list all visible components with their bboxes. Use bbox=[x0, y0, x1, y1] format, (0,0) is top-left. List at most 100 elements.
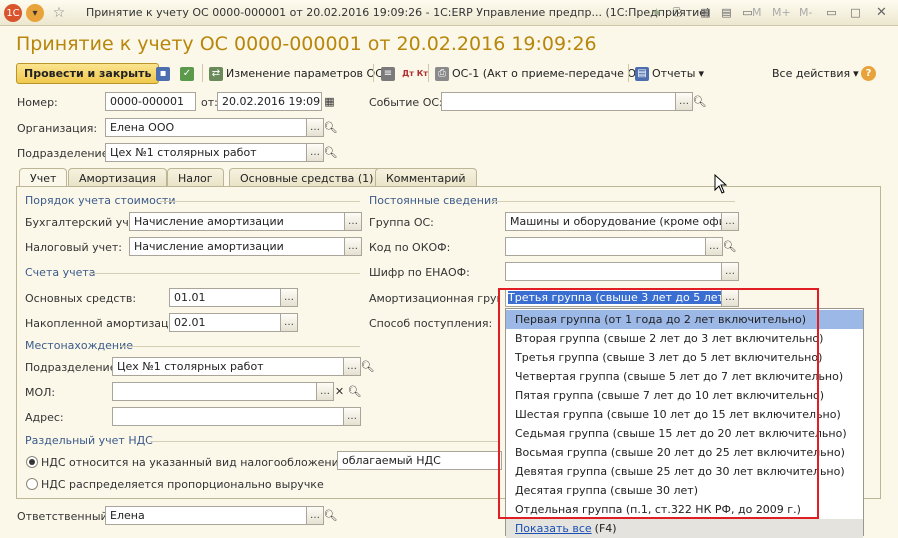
department-field[interactable]: Цех №1 столярных работ bbox=[105, 143, 307, 162]
app-menu-icon[interactable]: 1С bbox=[4, 4, 22, 22]
reports-icon: ▤ bbox=[635, 66, 649, 81]
dropdown-arrow-icon[interactable]: ▾ bbox=[26, 4, 44, 22]
enaof-label: Шифр по ЕНАОФ: bbox=[369, 266, 470, 279]
minimize-icon[interactable]: ▭ bbox=[824, 5, 839, 20]
post-and-close-button[interactable]: Провести и закрыть bbox=[16, 63, 160, 84]
clear-icon[interactable]: ✕ bbox=[332, 382, 347, 401]
close-icon[interactable]: ✕ bbox=[874, 5, 889, 20]
tab-uchet[interactable]: Учет bbox=[19, 168, 68, 188]
organization-field[interactable]: Елена ООО bbox=[105, 118, 307, 137]
change-params-button[interactable]: ⇄ Изменение параметров ОС bbox=[209, 65, 383, 82]
os-group-field[interactable]: Машины и оборудование (кроме офисног bbox=[505, 212, 722, 231]
os1-print-label: ОС-1 (Акт о приеме-передаче ОС) bbox=[452, 67, 648, 80]
responsible-field[interactable]: Елена bbox=[105, 506, 307, 525]
fixed-assets-account-field[interactable]: 01.01 bbox=[169, 288, 281, 307]
okof-select-button[interactable]: … bbox=[705, 237, 723, 256]
vat-radio-proportional[interactable] bbox=[26, 478, 38, 490]
journal-button[interactable]: ≡ bbox=[381, 65, 395, 82]
fixed-assets-account-select-button[interactable]: … bbox=[280, 288, 298, 307]
page-title: Принятие к учету ОС 0000-000001 от 20.02… bbox=[16, 33, 597, 55]
search-icon[interactable]: 🔍︎ bbox=[692, 92, 707, 111]
tax-accounting-select-button[interactable]: … bbox=[344, 237, 362, 256]
section-divider bbox=[90, 273, 360, 274]
all-actions-button[interactable]: Все действия ▾ bbox=[772, 65, 859, 82]
mol-field[interactable] bbox=[112, 382, 317, 401]
os-group-select-button[interactable]: … bbox=[721, 212, 739, 231]
dropdown-option[interactable]: Пятая группа (свыше 7 лет до 10 лет вклю… bbox=[506, 386, 863, 405]
dropdown-option[interactable]: Вторая группа (свыше 2 лет до 3 лет вклю… bbox=[506, 329, 863, 348]
dropdown-option[interactable]: Четвертая группа (свыше 5 лет до 7 лет в… bbox=[506, 367, 863, 386]
reports-button[interactable]: ▤ Отчеты ▾ bbox=[635, 65, 704, 82]
location-department-select-button[interactable]: … bbox=[343, 357, 361, 376]
cost-section-title: Порядок учета стоимости bbox=[25, 194, 176, 207]
search-icon[interactable]: 🔍︎ bbox=[323, 506, 338, 525]
dtkt-icon: Дт Кт bbox=[402, 69, 428, 78]
all-actions-label: Все действия bbox=[772, 67, 851, 80]
responsible-select-button[interactable]: … bbox=[306, 506, 324, 525]
amortization-group-label: Амортизационная группа: bbox=[369, 292, 499, 305]
memory-m-minus[interactable]: M- bbox=[799, 6, 812, 19]
post-button[interactable]: ✓ bbox=[180, 65, 194, 82]
window-title: Принятие к учету ОС 0000-000001 от 20.02… bbox=[86, 6, 711, 19]
section-divider bbox=[490, 201, 735, 202]
amortization-group-select-button[interactable]: … bbox=[721, 288, 739, 307]
search-icon[interactable]: 🔍︎ bbox=[722, 237, 737, 256]
event-field[interactable] bbox=[441, 92, 676, 111]
search-icon[interactable]: 🔍︎ bbox=[347, 382, 362, 401]
okof-field[interactable] bbox=[505, 237, 706, 256]
dropdown-option[interactable]: Седьмая группа (свыше 15 лет до 20 лет в… bbox=[506, 424, 863, 443]
dropdown-option[interactable]: Третья группа (свыше 3 лет до 5 лет вклю… bbox=[506, 348, 863, 367]
chevron-down-icon: ▾ bbox=[853, 67, 859, 80]
address-select-button[interactable]: … bbox=[343, 407, 361, 426]
tab-comment[interactable]: Комментарий bbox=[375, 168, 477, 187]
link-icon[interactable]: ⎘ bbox=[670, 5, 685, 20]
accounting-field[interactable]: Начисление амортизации bbox=[129, 212, 345, 231]
dropdown-option[interactable]: Восьмая группа (свыше 20 лет до 25 лет в… bbox=[506, 443, 863, 462]
tax-accounting-field[interactable]: Начисление амортизации bbox=[129, 237, 345, 256]
calendar-icon[interactable]: ▤ bbox=[719, 5, 734, 20]
show-all-row: Показать все (F4) bbox=[506, 519, 863, 538]
address-label: Адрес: bbox=[25, 411, 64, 424]
dtkt-button[interactable]: Дт Кт bbox=[402, 65, 428, 82]
organization-select-button[interactable]: … bbox=[306, 118, 324, 137]
calendar-picker-icon[interactable]: ▦ bbox=[322, 92, 337, 111]
search-icon[interactable]: 🔍︎ bbox=[323, 143, 338, 162]
dropdown-option[interactable]: Отдельная группа (п.1, ст.322 НК РФ, до … bbox=[506, 500, 863, 519]
help-button[interactable]: ? bbox=[861, 65, 876, 82]
event-select-button[interactable]: … bbox=[675, 92, 693, 111]
tab-tax[interactable]: Налог bbox=[167, 168, 224, 187]
memory-m[interactable]: M bbox=[752, 6, 762, 19]
amortization-group-field[interactable]: Третья группа (свыше 3 лет до 5 лет вклю… bbox=[505, 288, 722, 307]
memory-m-plus[interactable]: M+ bbox=[772, 6, 791, 19]
address-field[interactable] bbox=[112, 407, 344, 426]
dropdown-option[interactable]: Первая группа (от 1 года до 2 лет включи… bbox=[506, 310, 863, 329]
accounting-select-button[interactable]: … bbox=[344, 212, 362, 231]
enaof-select-button[interactable]: … bbox=[721, 262, 739, 281]
search-icon[interactable]: 🔍︎ bbox=[360, 357, 375, 376]
dropdown-option[interactable]: Девятая группа (свыше 25 лет до 30 лет в… bbox=[506, 462, 863, 481]
tab-fixed-assets[interactable]: Основные средства (1) bbox=[229, 168, 385, 187]
enaof-field[interactable] bbox=[505, 262, 722, 281]
tab-amortization[interactable]: Амортизация bbox=[68, 168, 167, 187]
window-title-bar: 1С ▾ ☆ Принятие к учету ОС 0000-000001 о… bbox=[0, 0, 898, 26]
os1-print-button[interactable]: ⎙ ОС-1 (Акт о приеме-передаче ОС) bbox=[435, 65, 648, 82]
depreciation-account-select-button[interactable]: … bbox=[280, 313, 298, 332]
dropdown-option[interactable]: Шестая группа (свыше 10 лет до 15 лет вк… bbox=[506, 405, 863, 424]
vat-radio-specified[interactable] bbox=[26, 456, 38, 468]
vat-type-field[interactable]: облагаемый НДС bbox=[337, 451, 502, 470]
star-icon[interactable]: ☆ bbox=[50, 4, 68, 22]
dropdown-option[interactable]: Десятая группа (свыше 30 лет) bbox=[506, 481, 863, 500]
mol-label: МОЛ: bbox=[25, 386, 56, 399]
date-field[interactable]: 20.02.2016 19:09:26 bbox=[217, 92, 322, 111]
maximize-icon[interactable]: □ bbox=[848, 5, 863, 20]
number-field[interactable]: 0000-000001 bbox=[105, 92, 196, 111]
calculator-icon[interactable]: ▦ bbox=[698, 5, 713, 20]
show-all-link[interactable]: Показать все bbox=[515, 522, 592, 535]
location-section-title: Местонахождение bbox=[25, 339, 134, 352]
save-button[interactable]: ▪ bbox=[156, 65, 170, 82]
depreciation-account-field[interactable]: 02.01 bbox=[169, 313, 281, 332]
department-select-button[interactable]: … bbox=[306, 143, 324, 162]
location-department-field[interactable]: Цех №1 столярных работ bbox=[112, 357, 344, 376]
favorite-star-icon[interactable]: ★ bbox=[649, 5, 664, 20]
search-icon[interactable]: 🔍︎ bbox=[323, 118, 338, 137]
